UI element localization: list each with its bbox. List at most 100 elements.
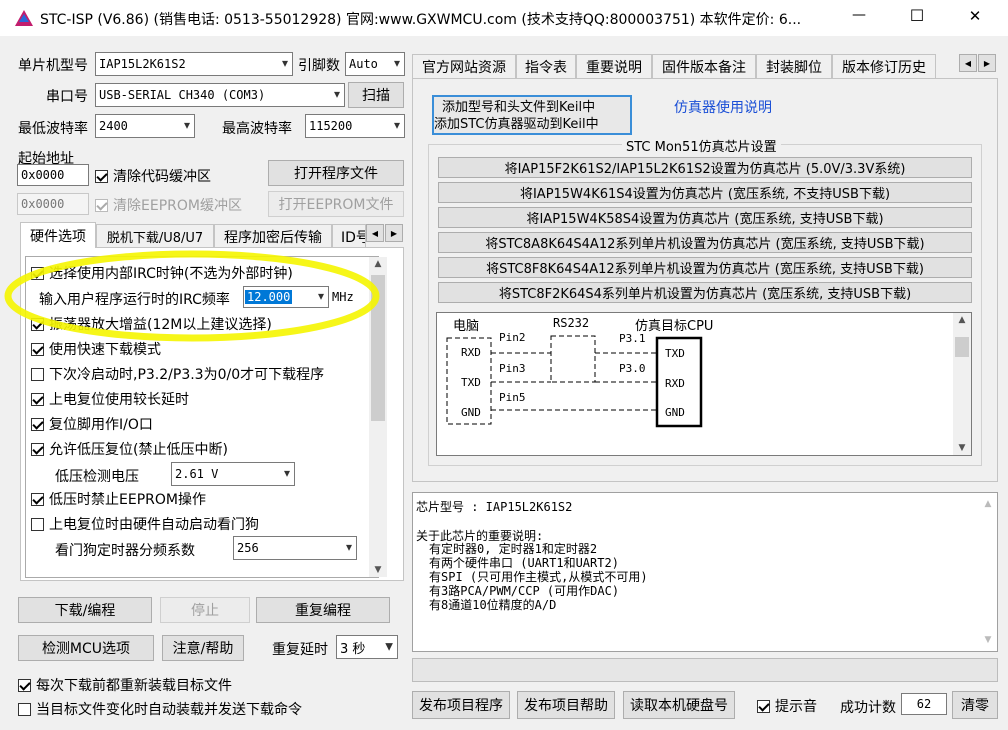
tab-id-number[interactable]: ID号: [332, 224, 366, 248]
tab-official-resources[interactable]: 官方网站资源: [412, 54, 516, 78]
checkbox-checked-icon: [31, 342, 44, 356]
publish-help-button[interactable]: 发布项目帮助: [517, 691, 615, 719]
app-logo-icon: [14, 9, 34, 27]
tab-hardware-options[interactable]: 硬件选项: [20, 222, 96, 248]
chip-info-box[interactable]: 芯片型号 : IAP15L2K61S2 关于此芯片的重要说明: 有定时器0, 定…: [412, 492, 998, 652]
right-tab-scroll-left-button[interactable]: ◀: [959, 54, 977, 72]
set-emulator-stc8f8k-button[interactable]: 将STC8F8K64S4A12系列单片机设置为仿真芯片 (宽压系统, 支持USB…: [438, 257, 972, 278]
diagram-rs232-label: RS232: [553, 316, 590, 330]
publish-program-button[interactable]: 发布项目程序: [412, 691, 510, 719]
add-to-keil-button[interactable]: 添加型号和头文件到Keil中 添加STC仿真器驱动到Keil中: [432, 95, 632, 135]
tab-package-pins[interactable]: 封装脚位: [756, 54, 832, 78]
scroll-down-icon: ▼: [958, 443, 966, 453]
download-program-button[interactable]: 下载/编程: [18, 597, 152, 623]
tab-important-notes[interactable]: 重要说明: [576, 54, 652, 78]
options-scrollbar[interactable]: ▲ ▼: [369, 257, 387, 577]
chevron-down-icon: ▼: [281, 58, 288, 70]
check-mcu-button[interactable]: 检测MCU选项: [18, 635, 154, 661]
eeprom-address-input[interactable]: 0x0000: [17, 193, 89, 215]
checkbox-unchecked-icon: [31, 517, 44, 531]
tab-encrypted-transfer[interactable]: 程序加密后传输: [214, 224, 332, 248]
chevron-down-icon: ▼: [345, 542, 352, 554]
window-title: STC-ISP (V6.86) (销售电话: 0513-55012928) 官网…: [40, 12, 802, 28]
minimize-button[interactable]: —: [846, 7, 872, 23]
irc-frequency-select[interactable]: 12.000 ▼: [243, 286, 329, 308]
oscillator-gain-checkbox[interactable]: 振荡器放大增益(12M以上建议选择): [31, 314, 272, 334]
set-emulator-iap15f2k61s2-button[interactable]: 将IAP15F2K61S2/IAP15L2K61S2设置为仿真芯片 (5.0V/…: [438, 157, 972, 178]
repeat-program-button[interactable]: 重复编程: [256, 597, 390, 623]
diagram-port-p31: P3.1: [619, 332, 646, 345]
fast-download-checkbox[interactable]: 使用快速下载模式: [31, 339, 161, 359]
checkbox-checked-icon: [31, 266, 44, 280]
reset-pin-io-checkbox[interactable]: 复位脚用作I/O口: [31, 414, 153, 434]
scrollbar-thumb[interactable]: [955, 337, 969, 357]
success-count-label: 成功计数: [840, 700, 896, 716]
open-eeprom-button[interactable]: 打开EEPROM文件: [268, 191, 404, 217]
diagram-cpu-pin-rxd: RXD: [665, 377, 685, 390]
tab-revision-history[interactable]: 版本修订历史: [832, 54, 936, 78]
low-voltage-reset-checkbox[interactable]: 允许低压复位(禁止低压中断): [31, 439, 228, 459]
port-value: USB-SERIAL CH340 (COM3): [99, 88, 266, 102]
max-baud-select[interactable]: 115200 ▼: [305, 114, 405, 138]
emulator-manual-link[interactable]: 仿真器使用说明: [674, 97, 772, 117]
diagram-cable-pin2: Pin2: [499, 331, 526, 344]
tab-firmware-notes[interactable]: 固件版本备注: [652, 54, 756, 78]
scroll-down-icon: ▼: [374, 565, 382, 575]
diagram-cable-pin5: Pin5: [499, 391, 526, 404]
success-count-field: 62: [901, 693, 947, 715]
min-baud-select[interactable]: 2400 ▼: [95, 114, 195, 138]
eeprom-low-voltage-checkbox[interactable]: 低压时禁止EEPROM操作: [31, 489, 206, 509]
clear-code-label: 清除代码缓冲区: [113, 169, 211, 185]
mcu-type-value: IAP15L2K61S2: [99, 57, 186, 71]
set-emulator-stc8a8k-button[interactable]: 将STC8A8K64S4A12系列单片机设置为仿真芯片 (宽压系统, 支持USB…: [438, 232, 972, 253]
tab-scroll-right-button[interactable]: ▶: [385, 224, 403, 242]
open-program-button[interactable]: 打开程序文件: [268, 160, 404, 186]
repeat-delay-select[interactable]: 3 秒 ▼: [336, 635, 398, 659]
mcu-type-select[interactable]: IAP15L2K61S2 ▼: [95, 52, 293, 76]
stop-button[interactable]: 停止: [160, 597, 250, 623]
read-disk-id-button[interactable]: 读取本机硬盘号: [623, 691, 735, 719]
pins-select[interactable]: Auto ▼: [345, 52, 405, 76]
mcu-type-label: 单片机型号: [18, 58, 88, 74]
pins-label: 引脚数: [298, 58, 340, 74]
port-select[interactable]: USB-SERIAL CH340 (COM3) ▼: [95, 83, 345, 107]
maximize-button[interactable]: ☐: [904, 6, 930, 25]
right-tab-scroll-right-button[interactable]: ▶: [978, 54, 996, 72]
checkbox-checked-icon: [757, 699, 770, 713]
tab-scroll-left-button[interactable]: ◀: [366, 224, 384, 242]
reload-before-download-checkbox[interactable]: 每次下载前都重新装载目标文件: [18, 675, 232, 695]
scroll-down-icon: ▼: [984, 635, 992, 645]
title-bar: STC-ISP (V6.86) (销售电话: 0513-55012928) 官网…: [0, 0, 1008, 36]
watchdog-auto-start-checkbox[interactable]: 上电复位时由硬件自动启动看门狗: [31, 514, 259, 534]
irc-clock-checkbox[interactable]: 选择使用内部IRC时钟(不选为外部时钟): [31, 263, 293, 283]
set-emulator-iap15w4k58s4-button[interactable]: 将IAP15W4K58S4设置为仿真芯片 (宽压系统, 支持USB下载): [438, 207, 972, 228]
chip-note: 有定时器0, 定时器1和定时器2: [429, 542, 598, 556]
chip-info-scrollbar[interactable]: ▲ ▼: [979, 493, 997, 651]
code-address-input[interactable]: 0x0000: [17, 164, 89, 186]
clear-code-checkbox[interactable]: 清除代码缓冲区: [95, 166, 211, 186]
sound-checkbox[interactable]: 提示音: [757, 696, 817, 716]
scrollbar-thumb[interactable]: [371, 275, 385, 421]
chevron-down-icon: ▼: [385, 641, 393, 653]
watchdog-divider-select[interactable]: 256 ▼: [233, 536, 357, 560]
long-reset-delay-checkbox[interactable]: 上电复位使用较长延时: [31, 389, 189, 409]
tab-offline-download[interactable]: 脱机下载/U8/U7: [96, 224, 214, 248]
set-emulator-iap15w4k61s4-button[interactable]: 将IAP15W4K61S4设置为仿真芯片 (宽压系统, 不支持USB下载): [438, 182, 972, 203]
tab-instruction-table[interactable]: 指令表: [516, 54, 576, 78]
auto-send-checkbox[interactable]: 当目标文件变化时自动装载并发送下载命令: [18, 699, 302, 719]
success-count-value: 62: [916, 697, 932, 711]
diagram-scrollbar[interactable]: ▲ ▼: [953, 313, 971, 455]
diagram-target-cpu-label: 仿真目标CPU: [635, 319, 714, 334]
help-button[interactable]: 注意/帮助: [162, 635, 244, 661]
cold-start-checkbox[interactable]: 下次冷启动时,P3.2/P3.3为0/0才可下载程序: [31, 364, 324, 384]
clear-count-button[interactable]: 清零: [952, 691, 998, 719]
low-voltage-detect-select[interactable]: 2.61 V ▼: [171, 462, 295, 486]
scan-button[interactable]: 扫描: [348, 82, 404, 108]
arrow-right-icon: ▶: [390, 228, 398, 238]
checkbox-checked-icon: [31, 317, 44, 331]
set-emulator-stc8f2k-button[interactable]: 将STC8F2K64S4系列单片机设置为仿真芯片 (宽压系统, 支持USB下载): [438, 282, 972, 303]
clear-eeprom-checkbox[interactable]: 清除EEPROM缓冲区: [95, 195, 242, 215]
close-button[interactable]: ✕: [962, 7, 988, 25]
eeprom-address-value: 0x0000: [21, 197, 65, 211]
repeat-delay-label: 重复延时: [272, 642, 328, 658]
